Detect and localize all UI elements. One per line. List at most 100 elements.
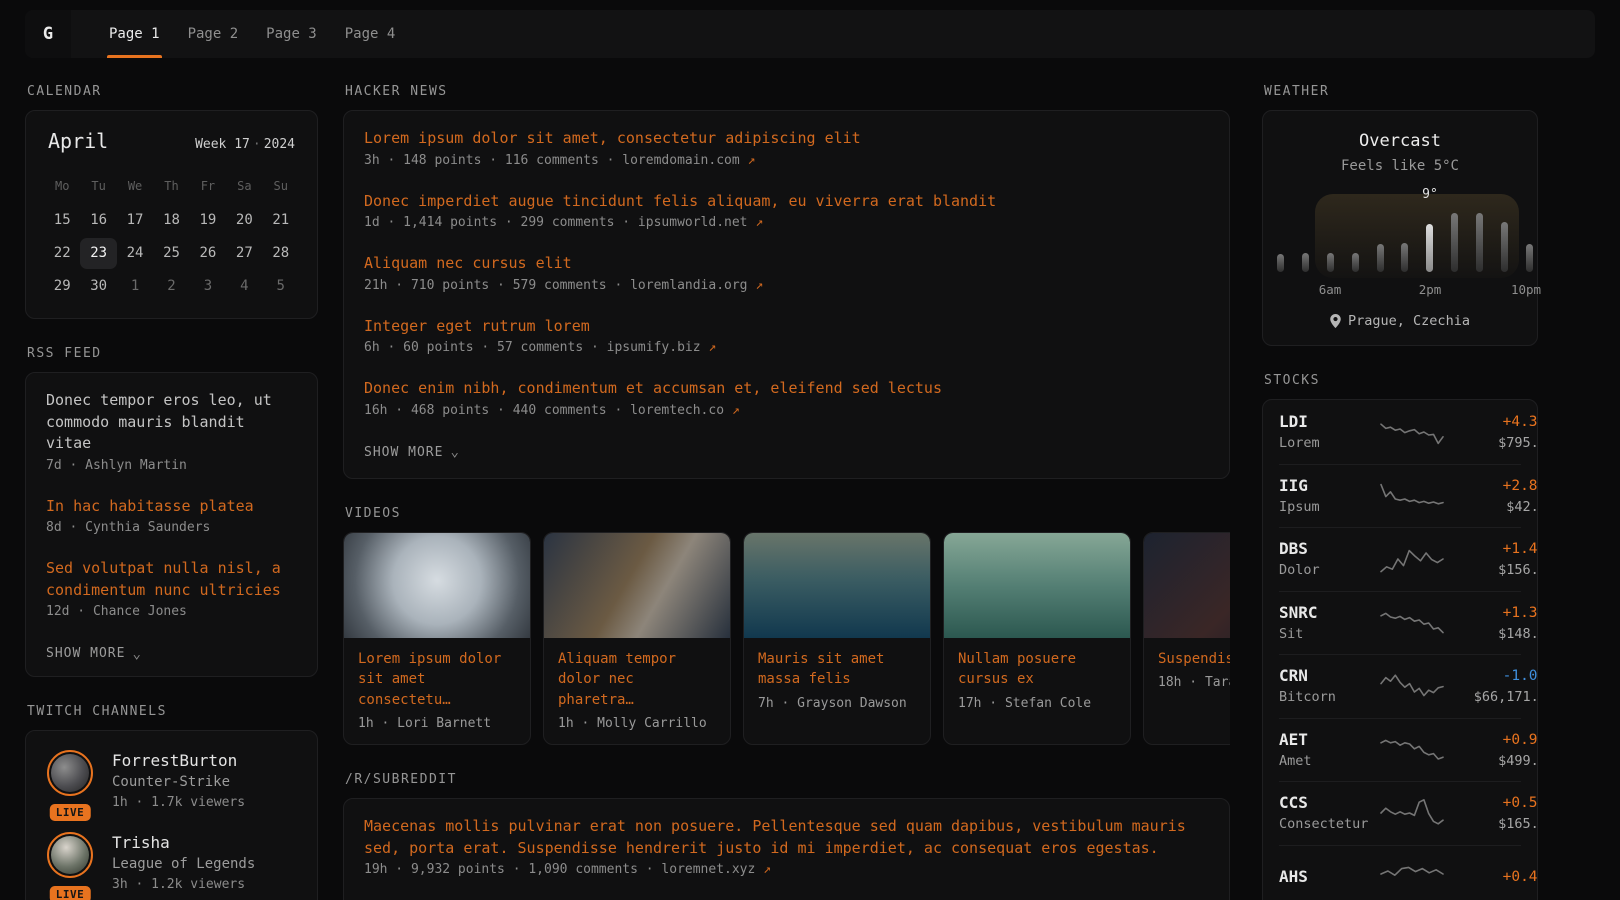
stock-symbol[interactable]: LDI xyxy=(1279,411,1379,433)
calendar-day[interactable]: 4 xyxy=(226,271,262,302)
weather-peak-temperature: 9° xyxy=(1422,187,1438,202)
video-thumbnail[interactable] xyxy=(544,533,730,638)
video-card: Aliquam tempor dolor nec pharetra… 1h · … xyxy=(543,532,731,746)
rss-item-title[interactable]: In hac habitasse platea xyxy=(46,496,297,518)
calendar-day[interactable]: 16 xyxy=(80,205,116,236)
calendar-widget: CALENDAR April Week 17·2024 Mo Tu We xyxy=(25,84,318,319)
avatar-image xyxy=(51,836,89,874)
stock-name: Dolor xyxy=(1279,560,1379,580)
calendar-weekday: Th xyxy=(153,173,189,203)
calendar-day[interactable]: 5 xyxy=(263,271,299,302)
calendar-day[interactable]: 26 xyxy=(190,238,226,269)
external-link-icon[interactable]: ↗ xyxy=(748,153,756,168)
calendar-day[interactable]: 27 xyxy=(226,238,262,269)
channel-avatar[interactable] xyxy=(47,832,93,878)
calendar-day[interactable]: 17 xyxy=(117,205,153,236)
reddit-item-title[interactable]: Maecenas mollis pulvinar erat non posuer… xyxy=(364,816,1209,859)
calendar-day[interactable]: 30 xyxy=(80,271,116,302)
channel-name[interactable]: ForrestBurton xyxy=(112,750,245,772)
calendar-day[interactable]: 3 xyxy=(190,271,226,302)
calendar-day[interactable]: 24 xyxy=(117,238,153,269)
stock-symbol[interactable]: SNRC xyxy=(1279,602,1379,624)
hn-item-title[interactable]: Donec enim nibh, condimentum et accumsan… xyxy=(364,378,1209,400)
calendar-day[interactable]: 20 xyxy=(226,205,262,236)
app-logo[interactable]: G xyxy=(25,10,71,58)
calendar-grid: Mo Tu We Th Fr Sa Su 15 xyxy=(44,173,299,302)
weather-hour-bar xyxy=(1401,243,1408,272)
calendar-day[interactable]: 25 xyxy=(153,238,189,269)
calendar-day[interactable]: 2 xyxy=(153,271,189,302)
external-link-icon[interactable]: ↗ xyxy=(755,215,763,230)
stock-name: Bitcorn xyxy=(1279,687,1379,707)
video-title[interactable]: Nullam posuere cursus ex xyxy=(958,649,1116,690)
hn-show-more-button[interactable]: SHOW MORE ⌄ xyxy=(364,445,460,460)
external-link-icon[interactable]: ↗ xyxy=(763,862,771,877)
rss-item: In hac habitasse platea 8d · Cynthia Sau… xyxy=(46,496,297,536)
channel-name[interactable]: Trisha xyxy=(112,832,255,854)
rss-item-title[interactable]: Sed volutpat nulla nisl, a condimentum n… xyxy=(46,558,297,601)
hn-item-title[interactable]: Aliquam nec cursus elit xyxy=(364,253,1209,275)
chevron-down-icon: ⌄ xyxy=(450,448,459,456)
stock-symbol[interactable]: DBS xyxy=(1279,538,1379,560)
channel-avatar[interactable] xyxy=(47,750,93,796)
calendar-day[interactable]: 19 xyxy=(190,205,226,236)
calendar-day[interactable]: 18 xyxy=(153,205,189,236)
rss-card: Donec tempor eros leo, ut commodo mauris… xyxy=(25,372,318,677)
weather-hour-bar xyxy=(1526,244,1533,272)
hn-item: Donec imperdiet augue tincidunt felis al… xyxy=(364,191,1209,231)
avatar-image xyxy=(51,754,89,792)
video-thumbnail[interactable] xyxy=(944,533,1130,638)
video-card: Nullam posuere cursus ex 17h · Stefan Co… xyxy=(943,532,1131,746)
stock-symbol[interactable]: AHS xyxy=(1279,866,1379,888)
video-thumbnail[interactable] xyxy=(1144,533,1230,638)
video-meta: 1h · Lori Barnett xyxy=(358,716,516,731)
rss-show-more-button[interactable]: SHOW MORE ⌄ xyxy=(46,646,142,661)
stock-price: $156.28 xyxy=(1445,560,1538,580)
calendar-day[interactable]: 15 xyxy=(44,205,80,236)
calendar-day[interactable]: 21 xyxy=(263,205,299,236)
page-tab-label: Page 4 xyxy=(345,26,396,42)
video-thumbnail[interactable] xyxy=(344,533,530,638)
right-column: WEATHER Overcast Feels like 5°C 9° xyxy=(1262,84,1538,900)
chevron-down-icon: ⌄ xyxy=(132,650,141,658)
page-tab-label: Page 1 xyxy=(109,26,160,42)
videos-section-title: VIDEOS xyxy=(345,506,1230,521)
weather-hour-bar xyxy=(1501,222,1508,272)
calendar-day[interactable]: 1 xyxy=(117,271,153,302)
video-thumbnail[interactable] xyxy=(744,533,930,638)
stock-symbol[interactable]: CRN xyxy=(1279,665,1379,687)
top-navigation-bar: G Page 1 Page 2 Page 3 Page 4 xyxy=(25,10,1595,58)
stock-symbol[interactable]: CCS xyxy=(1279,792,1379,814)
page-tab[interactable]: Page 4 xyxy=(331,10,410,58)
live-badge: LIVE xyxy=(50,804,91,821)
stock-row: AHS +0.46% xyxy=(1279,845,1521,900)
stock-symbol[interactable]: AET xyxy=(1279,729,1379,751)
channel-viewers: 1h · 1.7k viewers xyxy=(112,793,245,813)
external-link-icon[interactable]: ↗ xyxy=(755,278,763,293)
hn-item-title[interactable]: Lorem ipsum dolor sit amet, consectetur … xyxy=(364,128,1209,150)
stock-symbol[interactable]: IIG xyxy=(1279,475,1379,497)
video-title[interactable]: Lorem ipsum dolor sit amet consectetu… xyxy=(358,649,516,711)
hn-item-title[interactable]: Integer eget rutrum lorem xyxy=(364,316,1209,338)
weather-location[interactable]: Prague, Czechia xyxy=(1277,313,1523,329)
video-title[interactable]: Suspendisse diam xyxy=(1158,649,1230,670)
page-tab[interactable]: Page 1 xyxy=(95,10,174,58)
rss-item-title[interactable]: Donec tempor eros leo, ut commodo mauris… xyxy=(46,390,297,455)
weather-hour-bar xyxy=(1476,213,1483,272)
external-link-icon[interactable]: ↗ xyxy=(708,340,716,355)
twitch-channel-row: LIVE ForrestBurton Counter-Strike 1h · 1… xyxy=(44,750,299,813)
page-tab[interactable]: Page 3 xyxy=(252,10,331,58)
external-link-icon[interactable]: ↗ xyxy=(732,403,740,418)
daylight-highlight xyxy=(1315,194,1519,278)
rss-item-meta: 12d · Chance Jones xyxy=(46,604,297,619)
hn-item-title[interactable]: Donec imperdiet augue tincidunt felis al… xyxy=(364,191,1209,213)
calendar-day[interactable]: 28 xyxy=(263,238,299,269)
page-tab[interactable]: Page 2 xyxy=(174,10,253,58)
calendar-day[interactable]: 23 xyxy=(80,238,116,269)
calendar-day[interactable]: 29 xyxy=(44,271,80,302)
page-tab-label: Page 2 xyxy=(188,26,239,42)
video-title[interactable]: Aliquam tempor dolor nec pharetra… xyxy=(558,649,716,711)
stock-sparkline xyxy=(1379,414,1445,450)
calendar-day[interactable]: 22 xyxy=(44,238,80,269)
video-title[interactable]: Mauris sit amet massa felis xyxy=(758,649,916,690)
